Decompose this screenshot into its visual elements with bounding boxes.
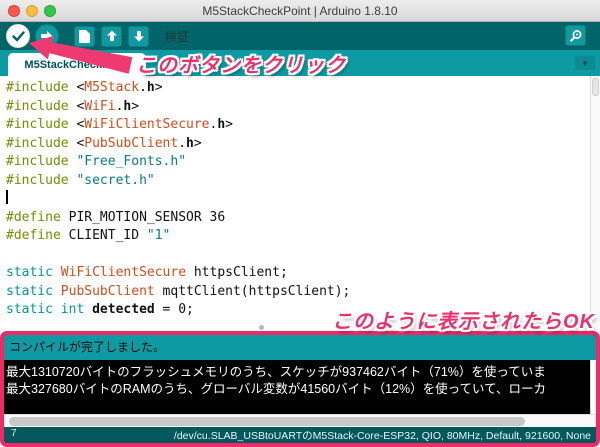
minimize-button[interactable] <box>26 5 38 17</box>
magnifier-icon <box>569 29 581 42</box>
console-highlight-box: コンパイルが完了しました。 最大1310720バイトのフラッシュメモリのうち、ス… <box>0 331 600 447</box>
close-button[interactable] <box>8 5 20 17</box>
console-output: 最大1310720バイトのフラッシュメモリのうち、スケッチが937462バイト（… <box>4 360 596 414</box>
code-line: #include "secret.h" <box>6 172 155 188</box>
verify-button[interactable] <box>6 24 30 48</box>
board-port-info: /dev/cu.SLAB_USBtoUARTのM5Stack-Core-ESP3… <box>173 430 591 442</box>
console-scrollbar[interactable] <box>590 360 596 414</box>
title-bar: M5StackCheckPoint | Arduino 1.8.10 <box>0 0 600 22</box>
tab-m5stackcheckpoint[interactable]: M5StackCheckPoint <box>8 53 146 76</box>
code-line: #define CLIENT_ID "1" <box>6 228 171 243</box>
annotation-ok-message: このように表示されたらOK <box>332 311 595 333</box>
code-line: #define PIR_MOTION_SENSOR 36 <box>6 209 226 225</box>
right-arrow-icon <box>41 31 53 41</box>
editor-scrollbar[interactable] <box>590 76 600 331</box>
arduino-ide-window: M5StackCheckPoint | Arduino 1.8.10 検証 M5… <box>0 0 600 447</box>
console-hscrollbar[interactable] <box>4 414 596 427</box>
serial-monitor-button[interactable] <box>565 25 586 46</box>
compile-status-bar: コンパイルが完了しました。 <box>4 335 596 360</box>
verify-tooltip: 検証 <box>165 29 190 44</box>
zoom-button[interactable] <box>44 5 56 17</box>
tab-menu-button[interactable]: ▼ <box>575 56 595 70</box>
console-hscrollbar-thumb[interactable] <box>9 417 525 426</box>
traffic-lights <box>8 5 56 17</box>
code-line: #include "Free_Fonts.h" <box>6 154 187 169</box>
code-line <box>6 190 600 209</box>
window-title: M5StackCheckPoint | Arduino 1.8.10 <box>202 3 398 18</box>
status-bar: 7 /dev/cu.SLAB_USBtoUARTのM5Stack-Core-ES… <box>4 427 596 443</box>
console-line: 最大327680バイトのRAMのうち、グローバル変数が41560バイト（12%）… <box>6 382 547 396</box>
new-sketch-button[interactable] <box>74 25 95 47</box>
chevron-down-icon: ▼ <box>581 58 589 68</box>
code-editor[interactable]: #include <M5Stack.h> #include <WiFi.h> #in… <box>0 76 600 331</box>
code-line: #include <WiFi.h> <box>6 98 140 114</box>
up-arrow-icon <box>106 30 117 41</box>
code-line: static PubSubClient mqttClient(httpsClie… <box>6 283 351 299</box>
code-line: static WiFiClientSecure httpsClient; <box>6 265 288 280</box>
code-lines: #include <M5Stack.h> #include <WiFi.h> #in… <box>0 76 600 320</box>
code-line: #include <M5Stack.h> <box>6 80 163 95</box>
open-button[interactable] <box>101 25 122 47</box>
annotation-click-button: このボタンをクリック <box>136 55 346 77</box>
code-line: #include <WiFiClientSecure.h> <box>6 117 233 132</box>
upload-button[interactable] <box>35 24 59 48</box>
code-line: #include <PubSubClient.h> <box>6 135 202 151</box>
down-arrow-icon <box>133 31 144 42</box>
line-number-indicator: 7 <box>11 428 17 439</box>
check-icon <box>11 30 25 42</box>
console-line: 最大1310720バイトのフラッシュメモリのうち、スケッチが937462バイト（… <box>6 365 546 379</box>
editor-scrollbar-thumb[interactable] <box>592 78 599 96</box>
text-cursor <box>6 190 8 204</box>
save-button[interactable] <box>128 25 149 47</box>
splitter-handle[interactable] <box>259 325 264 330</box>
toolbar: 検証 <box>0 22 600 50</box>
document-icon <box>79 29 90 43</box>
